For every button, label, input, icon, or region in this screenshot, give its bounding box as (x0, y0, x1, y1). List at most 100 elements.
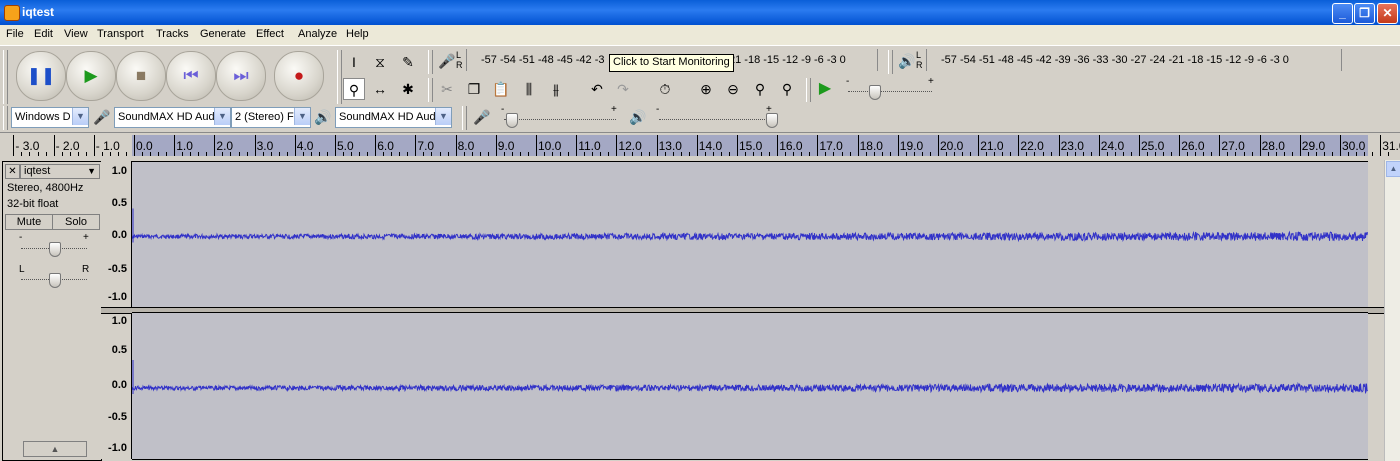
output-volume-track[interactable] (659, 119, 771, 120)
zoom-tool-icon[interactable]: ⚲ (343, 78, 365, 100)
timeline-minor-tick (399, 152, 401, 156)
toolbar-grip[interactable] (428, 50, 433, 74)
fit-project-icon[interactable]: ⚲ (776, 78, 798, 100)
track-close-button[interactable]: ✕ (5, 164, 20, 179)
timeline-label: 27.0 (1221, 139, 1245, 153)
track-name-menu[interactable]: iqtest ▼ (20, 164, 100, 179)
timeline-label: 0.0 (136, 139, 153, 153)
play-at-speed-icon[interactable]: ▶ (814, 78, 836, 100)
menu-view[interactable]: View (64, 28, 88, 40)
timeline-minor-tick (1171, 152, 1173, 156)
timeline-label: 2.0 (216, 139, 234, 153)
toolbar-grip[interactable] (428, 78, 433, 102)
pause-icon: ❚❚ (26, 66, 56, 85)
toolbar-grip[interactable] (462, 106, 467, 130)
scroll-up-arrow-icon[interactable]: ▲ (1386, 161, 1400, 177)
multi-tool-icon[interactable]: ✱ (397, 78, 419, 100)
vertical-scrollbar[interactable]: ▲ (1384, 160, 1400, 461)
cut-icon[interactable]: ✂ (436, 78, 458, 100)
draw-tool-icon[interactable]: ✎ (397, 51, 419, 73)
playback-meter[interactable]: -57 -54 -51 -48 -45 -42 -39 -36 -33 -30 … (926, 49, 1342, 71)
track-control-panel: ✕ iqtest ▼ Stereo, 4800Hz 32-bit float M… (2, 161, 102, 461)
gain-slider-thumb[interactable] (49, 242, 61, 257)
record-button[interactable]: ● (274, 51, 324, 101)
redo-icon[interactable]: ↷ (612, 78, 634, 100)
undo-icon[interactable]: ↶ (586, 78, 608, 100)
waveform-svg (132, 360, 1368, 395)
play-button[interactable]: ▶ (66, 51, 116, 101)
zoom-out-icon[interactable]: ⊖ (722, 78, 744, 100)
toolbar-grip[interactable] (337, 50, 342, 104)
input-volume-thumb[interactable] (506, 113, 518, 128)
stop-button[interactable]: ■ (116, 51, 166, 101)
output-volume-min-label: - (656, 104, 660, 115)
gain-minus-label: - (19, 232, 23, 243)
paste-icon[interactable]: 📋 (490, 78, 512, 100)
pan-slider-thumb[interactable] (49, 273, 61, 288)
host-select[interactable]: Windows D ▼ (11, 107, 89, 128)
recording-channels-select[interactable]: 2 (Stereo) F ▼ (231, 107, 311, 128)
timeline-label: - 1.0 (95, 139, 120, 153)
timeline-label: 22.0 (1020, 139, 1044, 153)
timeline-label: 24.0 (1100, 139, 1125, 153)
envelope-tool-icon[interactable]: ⧖ (369, 51, 391, 73)
mute-button[interactable]: Mute (5, 214, 53, 230)
waveform-path (132, 230, 1368, 243)
menu-effect[interactable]: Effect (256, 28, 284, 40)
timeline-ruler[interactable]: - 3.0 - 2.0 - 1.0 0.0 1.0 2.0 3.0 4.0 5.0 6.0 7.0 8… (0, 132, 1400, 158)
skip-to-end-button[interactable]: ⏭ (216, 51, 266, 101)
input-volume-track[interactable] (504, 119, 616, 120)
skip-to-start-button[interactable]: ⏮ (166, 51, 216, 101)
timeline-minor-tick (238, 152, 240, 156)
toolbar-grip[interactable] (806, 78, 811, 102)
waveform-right-channel[interactable] (132, 312, 1368, 460)
recording-channels-value: 2 (Stereo) F (235, 111, 294, 123)
pause-button[interactable]: ❚❚ (16, 51, 66, 101)
input-volume-mic-icon: 🎤 (473, 109, 491, 125)
menu-tracks[interactable]: Tracks (156, 28, 189, 40)
trim-icon[interactable]: ⫼ (518, 78, 540, 100)
toolbar-grip[interactable] (888, 50, 893, 74)
timeline-label: 23.0 (1060, 139, 1084, 153)
amp-label: -0.5 (108, 263, 127, 275)
recording-device-select[interactable]: SoundMAX HD Audi ▼ (114, 107, 231, 128)
output-volume-thumb[interactable] (766, 113, 778, 128)
silence-icon[interactable]: ⫵ (545, 78, 567, 100)
zoom-in-icon[interactable]: ⊕ (695, 78, 717, 100)
menu-generate[interactable]: Generate (200, 28, 246, 40)
menu-analyze[interactable]: Analyze (298, 28, 337, 40)
fit-selection-icon[interactable]: ⚲ (749, 78, 771, 100)
playback-device-select[interactable]: SoundMAX HD Audi ▼ (335, 107, 452, 128)
copy-icon[interactable]: ❐ (463, 78, 485, 100)
selection-tool-icon[interactable]: I (343, 51, 365, 73)
restore-button[interactable]: ❐ (1354, 3, 1375, 24)
meter-channel-L: L (456, 50, 462, 60)
menu-help[interactable]: Help (346, 28, 369, 40)
record-icon: ● (293, 66, 305, 85)
timeline-minor-tick (326, 152, 328, 156)
menu-file[interactable]: File (6, 28, 24, 40)
timeline-tick (656, 135, 658, 156)
playback-meter-scale: -57 -54 -51 -48 -45 -42 -39 -36 -33 -30 … (941, 54, 1289, 66)
waveform-left-channel[interactable] (132, 161, 1368, 308)
close-window-button[interactable]: ✕ (1377, 3, 1398, 24)
timeline-label: 31.0 (1382, 139, 1400, 153)
time-shift-tool-icon[interactable]: ↔ (369, 78, 391, 100)
speed-slider-track[interactable] (848, 91, 932, 92)
menu-transport[interactable]: Transport (97, 28, 144, 40)
minimize-button[interactable]: _ (1332, 3, 1353, 24)
sync-lock-icon[interactable]: ⏱ (654, 78, 676, 100)
speed-slider-thumb[interactable] (869, 85, 881, 100)
waveform-path (132, 381, 1368, 395)
solo-button[interactable]: Solo (52, 214, 100, 230)
timeline-label: 1.0 (176, 139, 193, 153)
collapse-track-button[interactable]: ▲ (23, 441, 87, 457)
toolbar-grip[interactable] (3, 50, 8, 104)
timeline-tick (536, 135, 537, 156)
amp-label: 0.0 (111, 379, 127, 391)
timeline-label: 8.0 (457, 139, 475, 153)
menu-edit[interactable]: Edit (34, 28, 53, 40)
toolbar-grip[interactable] (3, 106, 8, 130)
timeline-minor-tick (198, 152, 200, 156)
timeline-minor-tick (367, 152, 369, 156)
